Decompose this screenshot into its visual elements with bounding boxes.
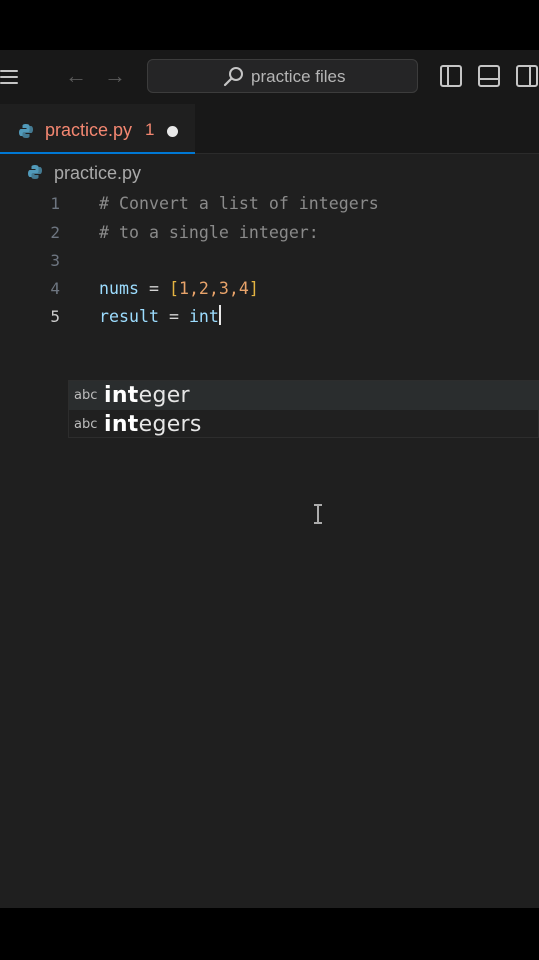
code-line[interactable]: 1 # Convert a list of integers bbox=[0, 190, 539, 218]
code-token: int bbox=[188, 307, 219, 326]
line-number: 5 bbox=[50, 307, 60, 326]
word-kind-label: abc bbox=[74, 388, 98, 403]
breadcrumb: practice.py bbox=[0, 154, 539, 190]
command-center-search[interactable]: practice files bbox=[147, 59, 418, 93]
suggestion-rest: egers bbox=[138, 412, 202, 437]
search-icon bbox=[223, 67, 243, 87]
python-file-icon bbox=[19, 124, 33, 138]
code-token: = bbox=[138, 279, 169, 298]
toggle-secondary-sidebar-icon[interactable] bbox=[516, 65, 538, 87]
code-token: ] bbox=[248, 279, 259, 298]
code-line-active[interactable]: 5 result = int bbox=[0, 303, 539, 331]
suggestion-item[interactable]: abc integer bbox=[69, 381, 539, 410]
toggle-primary-sidebar-icon[interactable] bbox=[440, 65, 462, 87]
suggestion-label: integer bbox=[104, 383, 190, 408]
back-arrow-icon[interactable]: ← bbox=[64, 64, 88, 88]
text-cursor-icon bbox=[314, 504, 322, 524]
code-token: [ bbox=[168, 279, 179, 298]
letterbox-bottom bbox=[0, 908, 539, 960]
code-text: # to a single integer: bbox=[99, 223, 319, 242]
tab-bar: practice.py 1 bbox=[0, 104, 539, 154]
problem-count-badge: 1 bbox=[145, 120, 155, 139]
menu-icon[interactable] bbox=[0, 68, 20, 86]
breadcrumb-file[interactable]: practice.py bbox=[54, 163, 141, 184]
code-text: result = int bbox=[99, 303, 221, 331]
suggestion-rest: eger bbox=[138, 383, 190, 408]
unsaved-dot-icon[interactable] bbox=[167, 126, 178, 137]
line-number: 3 bbox=[50, 251, 60, 270]
code-line[interactable]: 2 # to a single integer: bbox=[0, 219, 539, 247]
suggestion-match: int bbox=[104, 412, 139, 437]
code-token: nums bbox=[99, 279, 139, 298]
line-number: 1 bbox=[50, 194, 60, 213]
autocomplete-suggestions: abc integer abc integers bbox=[68, 380, 539, 438]
code-line[interactable]: 3 bbox=[0, 247, 539, 275]
python-file-icon bbox=[28, 165, 42, 179]
suggestion-label: integers bbox=[104, 412, 202, 437]
forward-arrow-icon[interactable]: → bbox=[103, 64, 127, 88]
toggle-panel-icon[interactable] bbox=[478, 65, 500, 87]
code-token: = bbox=[158, 307, 189, 326]
code-editor[interactable]: 1 # Convert a list of integers 2 # to a … bbox=[0, 190, 539, 908]
suggestion-item[interactable]: abc integers bbox=[69, 410, 539, 439]
word-kind-label: abc bbox=[74, 417, 98, 432]
tab-practice-py[interactable]: practice.py 1 bbox=[0, 104, 195, 154]
code-text: # Convert a list of integers bbox=[99, 194, 379, 213]
line-number: 4 bbox=[50, 279, 60, 298]
line-number: 2 bbox=[50, 223, 60, 242]
text-caret bbox=[218, 305, 221, 325]
search-label: practice files bbox=[251, 67, 346, 86]
code-token: 1,2,3,4 bbox=[178, 279, 249, 298]
code-line[interactable]: 4 nums = [1,2,3,4] bbox=[0, 275, 539, 303]
code-text: nums = [1,2,3,4] bbox=[99, 275, 259, 303]
suggestion-match: int bbox=[104, 383, 139, 408]
vscode-window: ← → practice files practice.py 1 practic… bbox=[0, 50, 539, 908]
letterbox-top bbox=[0, 0, 539, 50]
title-bar: ← → practice files bbox=[0, 50, 539, 104]
tab-label: practice.py bbox=[45, 120, 133, 140]
code-token: result bbox=[99, 307, 159, 326]
